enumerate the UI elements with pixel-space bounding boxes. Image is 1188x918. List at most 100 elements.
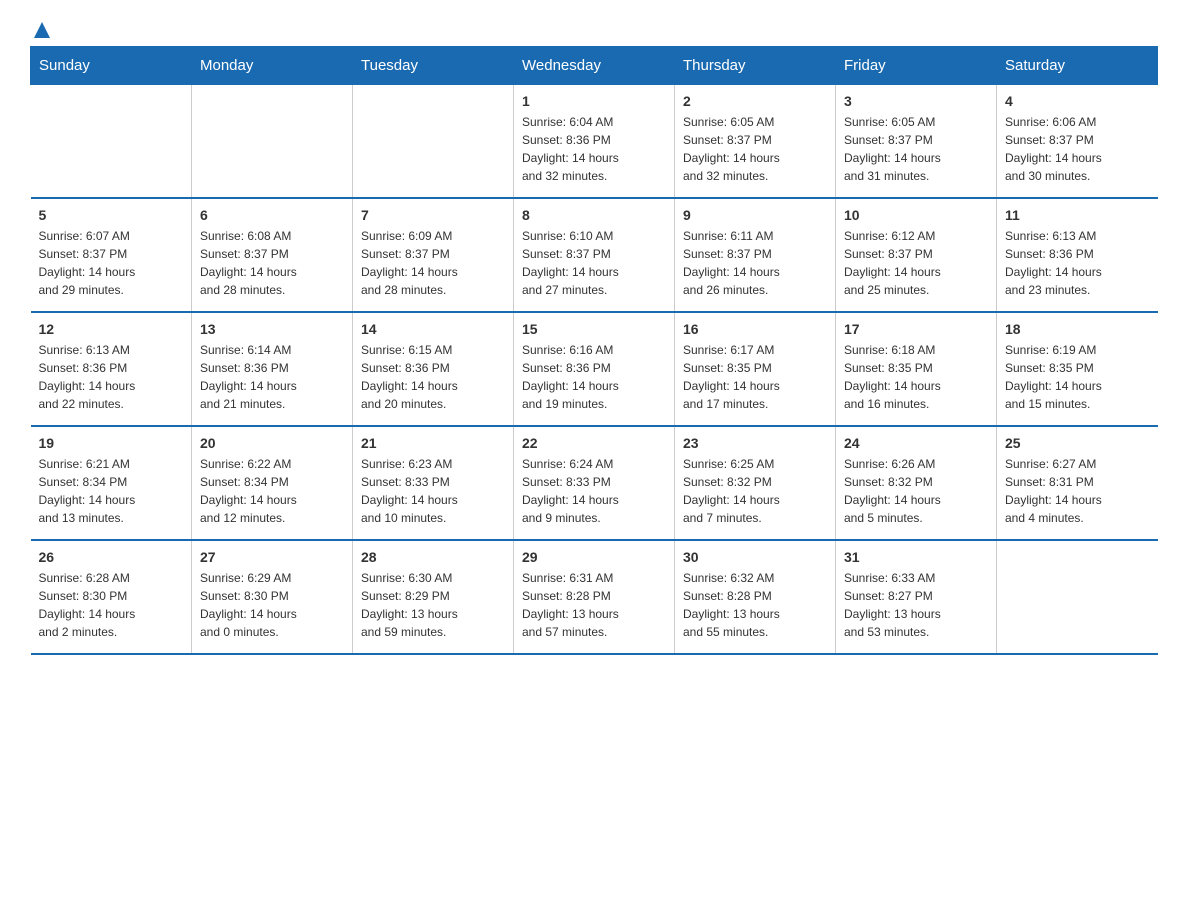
day-info: Sunrise: 6:26 AM Sunset: 8:32 PM Dayligh… [844,455,988,527]
day-info: Sunrise: 6:08 AM Sunset: 8:37 PM Dayligh… [200,227,344,299]
calendar-cell: 18Sunrise: 6:19 AM Sunset: 8:35 PM Dayli… [997,312,1158,426]
calendar-cell: 2 Sunrise: 6:05 AM Sunset: 8:37 PM Daylig… [675,85,836,199]
logo [30,20,52,36]
calendar-cell: 29 Sunrise: 6:31 AM Sunset: 8:28 PM Dayli… [514,540,675,654]
calendar-cell: 3 Sunrise: 6:05 AM Sunset: 8:37 PM Daylig… [836,85,997,199]
calendar-cell: 16 Sunrise: 6:17 AM Sunset: 8:35 PM Dayli… [675,312,836,426]
weekday-header-wednesday: Wednesday [514,47,675,85]
day-info: Sunrise: 6:23 AM Sunset: 8:33 PM Dayligh… [361,455,505,527]
calendar-cell: 5 Sunrise: 6:07 AM Sunset: 8:37 PM Daylig… [31,198,192,312]
day-info: Sunrise: 6:12 AM Sunset: 8:37 PM Dayligh… [844,227,988,299]
calendar-cell: 23 Sunrise: 6:25 AM Sunset: 8:32 PM Dayli… [675,426,836,540]
calendar-cell: 20 Sunrise: 6:22 AM Sunset: 8:34 PM Dayli… [192,426,353,540]
calendar-cell: 26Sunrise: 6:28 AM Sunset: 8:30 PM Dayli… [31,540,192,654]
calendar-cell: 7 Sunrise: 6:09 AM Sunset: 8:37 PM Daylig… [353,198,514,312]
day-number: 31 [844,549,988,565]
day-info: Sunrise: 6:04 AM Sunset: 8:36 PM Dayligh… [522,113,666,185]
day-info: Sunrise: 6:30 AM Sunset: 8:29 PM Dayligh… [361,569,505,641]
calendar-cell: 24 Sunrise: 6:26 AM Sunset: 8:32 PM Dayli… [836,426,997,540]
day-info: Sunrise: 6:05 AM Sunset: 8:37 PM Dayligh… [844,113,988,185]
calendar-cell [31,85,192,199]
calendar-cell: 27Sunrise: 6:29 AM Sunset: 8:30 PM Dayli… [192,540,353,654]
calendar-cell: 6Sunrise: 6:08 AM Sunset: 8:37 PM Daylig… [192,198,353,312]
calendar-week-row: 26Sunrise: 6:28 AM Sunset: 8:30 PM Dayli… [31,540,1158,654]
day-info: Sunrise: 6:07 AM Sunset: 8:37 PM Dayligh… [39,227,184,299]
day-number: 29 [522,549,666,565]
day-number: 19 [39,435,184,451]
weekday-header-sunday: Sunday [31,47,192,85]
weekday-header-tuesday: Tuesday [353,47,514,85]
day-number: 17 [844,321,988,337]
calendar-cell: 30Sunrise: 6:32 AM Sunset: 8:28 PM Dayli… [675,540,836,654]
day-number: 27 [200,549,344,565]
day-number: 30 [683,549,827,565]
calendar-cell [353,85,514,199]
calendar-week-row: 1 Sunrise: 6:04 AM Sunset: 8:36 PM Daylig… [31,85,1158,199]
calendar-body: 1 Sunrise: 6:04 AM Sunset: 8:36 PM Daylig… [31,85,1158,655]
calendar-cell: 31Sunrise: 6:33 AM Sunset: 8:27 PM Dayli… [836,540,997,654]
day-info: Sunrise: 6:24 AM Sunset: 8:33 PM Dayligh… [522,455,666,527]
page-header [30,20,1158,36]
day-number: 16 [683,321,827,337]
day-info: Sunrise: 6:13 AM Sunset: 8:36 PM Dayligh… [1005,227,1150,299]
day-number: 26 [39,549,184,565]
calendar-cell: 15 Sunrise: 6:16 AM Sunset: 8:36 PM Dayli… [514,312,675,426]
day-number: 8 [522,207,666,223]
day-info: Sunrise: 6:21 AM Sunset: 8:34 PM Dayligh… [39,455,184,527]
calendar-header: SundayMondayTuesdayWednesdayThursdayFrid… [31,47,1158,85]
calendar-cell: 12 Sunrise: 6:13 AM Sunset: 8:36 PM Dayli… [31,312,192,426]
day-number: 28 [361,549,505,565]
calendar-table: SundayMondayTuesdayWednesdayThursdayFrid… [30,46,1158,655]
day-number: 1 [522,93,666,109]
day-number: 23 [683,435,827,451]
weekday-header-monday: Monday [192,47,353,85]
calendar-cell: 8 Sunrise: 6:10 AM Sunset: 8:37 PM Daylig… [514,198,675,312]
logo-triangle-icon [32,20,52,40]
day-number: 7 [361,207,505,223]
day-info: Sunrise: 6:13 AM Sunset: 8:36 PM Dayligh… [39,341,184,413]
calendar-cell: 10Sunrise: 6:12 AM Sunset: 8:37 PM Dayli… [836,198,997,312]
day-info: Sunrise: 6:25 AM Sunset: 8:32 PM Dayligh… [683,455,827,527]
day-number: 22 [522,435,666,451]
calendar-cell: 9 Sunrise: 6:11 AM Sunset: 8:37 PM Daylig… [675,198,836,312]
calendar-cell [192,85,353,199]
calendar-cell: 14 Sunrise: 6:15 AM Sunset: 8:36 PM Dayli… [353,312,514,426]
weekday-header-saturday: Saturday [997,47,1158,85]
day-info: Sunrise: 6:22 AM Sunset: 8:34 PM Dayligh… [200,455,344,527]
day-number: 24 [844,435,988,451]
calendar-cell: 1 Sunrise: 6:04 AM Sunset: 8:36 PM Daylig… [514,85,675,199]
day-number: 11 [1005,207,1150,223]
day-info: Sunrise: 6:11 AM Sunset: 8:37 PM Dayligh… [683,227,827,299]
calendar-week-row: 19 Sunrise: 6:21 AM Sunset: 8:34 PM Dayli… [31,426,1158,540]
day-info: Sunrise: 6:10 AM Sunset: 8:37 PM Dayligh… [522,227,666,299]
day-number: 13 [200,321,344,337]
day-info: Sunrise: 6:15 AM Sunset: 8:36 PM Dayligh… [361,341,505,413]
day-number: 15 [522,321,666,337]
calendar-cell: 21Sunrise: 6:23 AM Sunset: 8:33 PM Dayli… [353,426,514,540]
day-info: Sunrise: 6:16 AM Sunset: 8:36 PM Dayligh… [522,341,666,413]
day-info: Sunrise: 6:14 AM Sunset: 8:36 PM Dayligh… [200,341,344,413]
day-info: Sunrise: 6:09 AM Sunset: 8:37 PM Dayligh… [361,227,505,299]
day-info: Sunrise: 6:27 AM Sunset: 8:31 PM Dayligh… [1005,455,1150,527]
day-info: Sunrise: 6:05 AM Sunset: 8:37 PM Dayligh… [683,113,827,185]
day-number: 2 [683,93,827,109]
calendar-cell: 4 Sunrise: 6:06 AM Sunset: 8:37 PM Daylig… [997,85,1158,199]
day-info: Sunrise: 6:19 AM Sunset: 8:35 PM Dayligh… [1005,341,1150,413]
day-info: Sunrise: 6:17 AM Sunset: 8:35 PM Dayligh… [683,341,827,413]
day-number: 12 [39,321,184,337]
calendar-cell: 22 Sunrise: 6:24 AM Sunset: 8:33 PM Dayli… [514,426,675,540]
calendar-cell: 28 Sunrise: 6:30 AM Sunset: 8:29 PM Dayli… [353,540,514,654]
weekday-header-thursday: Thursday [675,47,836,85]
day-number: 14 [361,321,505,337]
day-number: 5 [39,207,184,223]
calendar-cell: 11 Sunrise: 6:13 AM Sunset: 8:36 PM Dayli… [997,198,1158,312]
day-info: Sunrise: 6:06 AM Sunset: 8:37 PM Dayligh… [1005,113,1150,185]
day-number: 3 [844,93,988,109]
day-info: Sunrise: 6:31 AM Sunset: 8:28 PM Dayligh… [522,569,666,641]
calendar-cell: 19 Sunrise: 6:21 AM Sunset: 8:34 PM Dayli… [31,426,192,540]
calendar-cell: 17Sunrise: 6:18 AM Sunset: 8:35 PM Dayli… [836,312,997,426]
day-number: 4 [1005,93,1150,109]
day-number: 25 [1005,435,1150,451]
day-number: 20 [200,435,344,451]
day-number: 9 [683,207,827,223]
